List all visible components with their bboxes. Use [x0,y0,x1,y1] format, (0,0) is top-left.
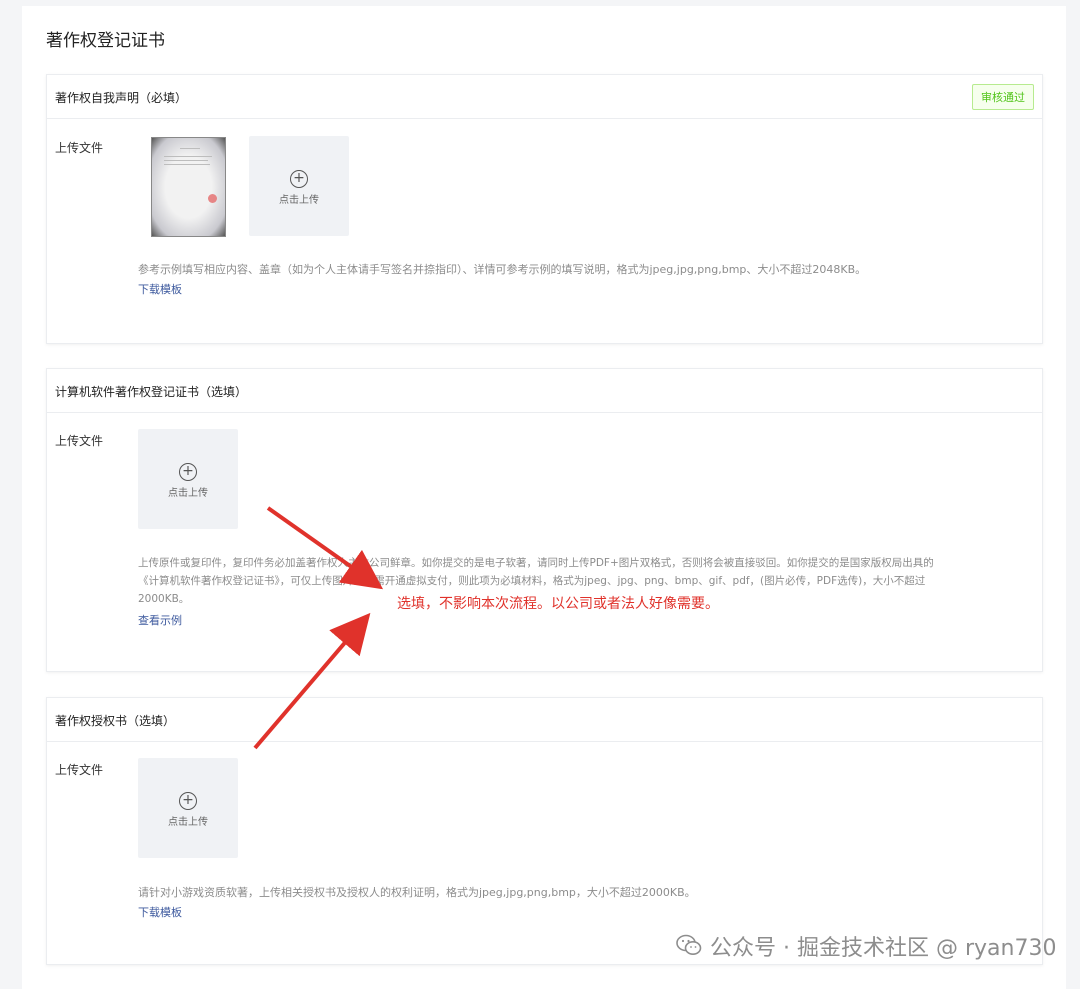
wechat-icon [676,934,702,955]
annotation-text: 选填，不影响本次流程。以公司或者法人好像需要。 [397,596,719,612]
annotation-arrows [253,506,384,750]
watermark-text: 公众号 · 掘金技术社区 @ ryan730 [710,936,1057,961]
arrow-to-annotation [266,506,384,590]
arrow-to-annotation [253,612,371,750]
